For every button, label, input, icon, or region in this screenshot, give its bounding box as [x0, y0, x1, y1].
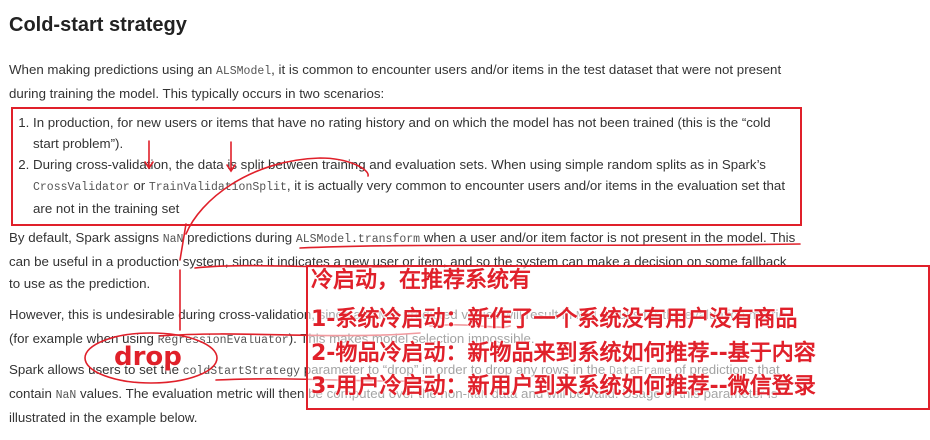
inline-code: CrossValidator [33, 181, 130, 194]
section-heading: Cold-start strategy [9, 14, 187, 36]
inline-code: ALSModel.transform [295, 233, 421, 246]
default-paragraph: By default, Spark assigns NaN prediction… [9, 230, 796, 291]
inline-code: NaN [55, 389, 77, 402]
inline-code: NaN [162, 233, 184, 246]
inline-code: DataFrame [608, 365, 672, 378]
inline-code: TrainValidationSplit [148, 181, 287, 194]
allows-paragraph: Spark allows users to set the coldStartS… [9, 362, 780, 425]
scenario-item-1: In production, for new users or items th… [33, 112, 793, 154]
scenario-list: In production, for new users or items th… [9, 112, 793, 219]
inline-code: coldStartStrategy [182, 365, 301, 378]
inline-code: NaN [575, 310, 597, 323]
inline-code: NaN [378, 310, 400, 323]
inline-code: RegressionEvaluator [157, 334, 289, 347]
inline-code: NaN [467, 389, 488, 402]
however-paragraph: However, this is undesirable during cros… [9, 307, 786, 347]
scenario-item-2: During cross-validation, the data is spl… [33, 154, 793, 219]
intro-paragraph: When making predictions using an ALSMode… [9, 62, 782, 101]
inline-code: ALSModel [215, 65, 272, 78]
